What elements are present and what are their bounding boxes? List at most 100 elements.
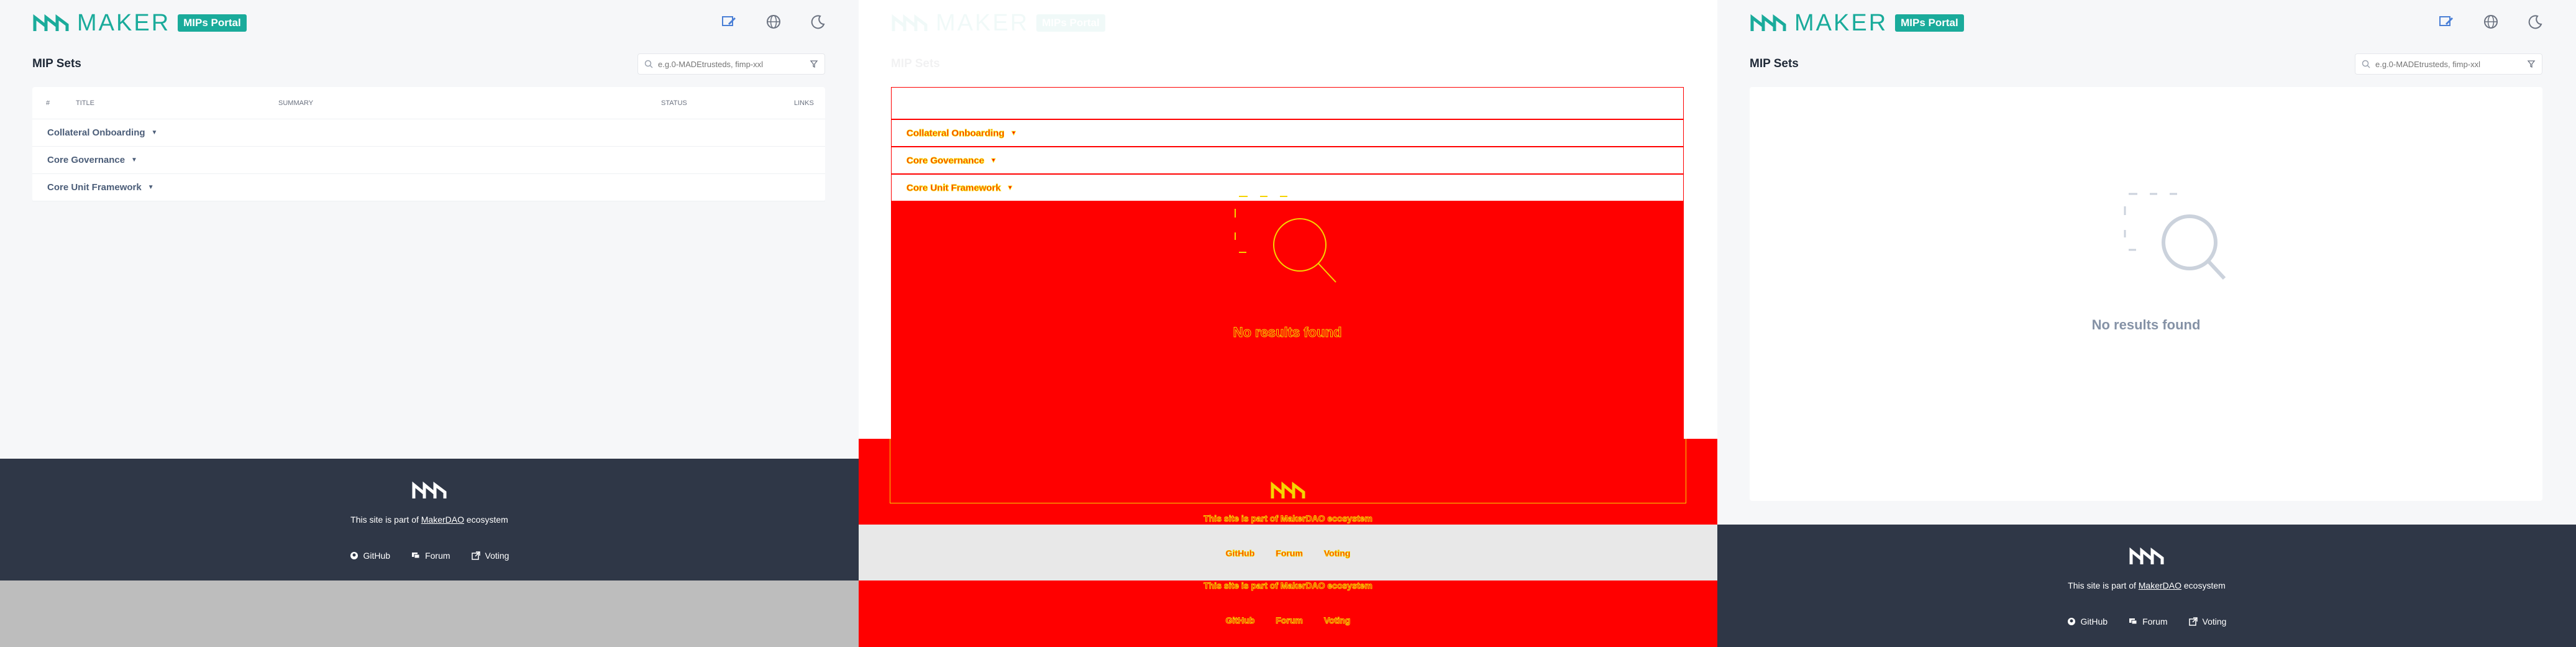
maker-footer-logo-icon: [412, 481, 447, 498]
ghost-logo: MAKER MIPs Portal: [891, 10, 1105, 36]
table-header: # TITLE SUMMARY STATUS LINKS: [32, 87, 825, 119]
col-status[interactable]: STATUS: [661, 99, 687, 107]
github-link[interactable]: GitHub: [350, 551, 391, 561]
voting-link[interactable]: Voting: [2188, 617, 2227, 626]
diff-bottom-suffix: ecosystem: [1325, 580, 1372, 591]
table-row[interactable]: Core Unit Framework ▼: [32, 174, 825, 201]
search-box[interactable]: [2355, 53, 2542, 75]
portal-badge: MIPs Portal: [178, 14, 247, 32]
voting-label: Voting: [2202, 617, 2227, 626]
footer-prefix: This site is part of: [350, 515, 421, 525]
empty-results-box: No results found: [1750, 87, 2542, 501]
diff-footer-links: GitHub Forum Voting: [859, 548, 1717, 559]
chevron-down-icon[interactable]: ▼: [148, 184, 154, 191]
magnifier-icon: [2124, 193, 2226, 280]
edit-icon[interactable]: [721, 14, 737, 30]
github-label: GitHub: [363, 551, 391, 561]
chevron-down-icon: ▼: [990, 157, 997, 164]
diff-footer-suffix: ecosystem: [1325, 513, 1372, 524]
diff-bottom-links: GitHub Forum Voting: [859, 615, 1717, 626]
forum-icon: [412, 553, 420, 559]
ghost-brand: MAKER: [936, 10, 1030, 36]
diff-row-label: Core Unit Framework: [907, 182, 1002, 193]
diff-table-header: [891, 87, 1684, 119]
chevron-down-icon[interactable]: ▼: [131, 157, 137, 163]
forum-label: Forum: [425, 551, 450, 561]
diff-row: Collateral Onboarding ▼: [891, 119, 1684, 147]
search-box[interactable]: [637, 53, 825, 75]
diff-footer-upper: This site is part of MakerDAO ecosystem: [859, 439, 1717, 525]
forum-link[interactable]: Forum: [2129, 617, 2168, 626]
external-link-icon: [471, 551, 480, 560]
voting-link[interactable]: Voting: [471, 551, 509, 561]
portal-badge: MIPs Portal: [1895, 14, 1964, 32]
filter-icon[interactable]: [2527, 60, 2536, 68]
page-title: MIP Sets: [32, 57, 81, 70]
footer-links: GitHub Forum Voting: [0, 551, 859, 561]
col-summary: SUMMARY: [278, 99, 314, 107]
chevron-down-icon[interactable]: ▼: [152, 129, 158, 136]
footer: This site is part of MakerDAO ecosystem …: [1717, 525, 2576, 647]
search-input[interactable]: [2375, 59, 2527, 69]
footer-prefix: This site is part of: [2068, 580, 2139, 590]
row-label: Collateral Onboarding: [47, 127, 145, 138]
maker-footer-logo-icon: [1271, 481, 1305, 498]
makerdao-link[interactable]: MakerDAO: [421, 515, 464, 525]
footer: This site is part of MakerDAO ecosystem …: [0, 459, 859, 580]
row-label: Core Unit Framework: [47, 182, 142, 193]
mips-table: # TITLE SUMMARY STATUS LINKS Collateral …: [32, 87, 825, 201]
diff-footer-prefix: This site is part of: [1204, 513, 1281, 524]
external-link-icon: [2188, 617, 2198, 626]
search-icon: [644, 60, 653, 68]
row-label: Core Governance: [47, 155, 126, 165]
globe-icon[interactable]: [765, 14, 782, 30]
diff-voting-label: Voting: [1323, 548, 1351, 559]
forum-label: Forum: [2142, 617, 2168, 626]
makerdao-link[interactable]: MakerDAO: [2139, 580, 2181, 590]
empty-state-text: No results found: [2091, 317, 2201, 333]
table-row[interactable]: Collateral Onboarding ▼: [32, 119, 825, 147]
maker-logo-icon: [1750, 14, 1786, 31]
panel-diff-overlay: MAKER MIPs Portal MIP Sets Collateral On…: [859, 0, 1717, 647]
gray-overflow-area: [0, 580, 859, 647]
logo[interactable]: MAKER MIPs Portal: [32, 10, 247, 36]
voting-label: Voting: [485, 551, 509, 561]
logo[interactable]: MAKER MIPs Portal: [1750, 11, 1964, 35]
footer-text: This site is part of MakerDAO ecosystem: [0, 515, 859, 525]
diff-voting-label: Voting: [1323, 615, 1351, 626]
diff-gray-band: GitHub Forum Voting: [859, 525, 1717, 580]
filter-icon[interactable]: [810, 60, 818, 68]
footer-suffix: ecosystem: [464, 515, 508, 525]
search-input[interactable]: [658, 59, 810, 69]
moon-icon[interactable]: [810, 14, 826, 30]
maker-footer-logo-icon: [2129, 547, 2164, 564]
magnifier-icon: [1235, 196, 1336, 283]
header: MAKER MIPs Portal: [0, 0, 859, 45]
search-icon: [2362, 60, 2370, 68]
forum-link[interactable]: Forum: [411, 551, 450, 561]
ghost-title: MIP Sets: [891, 57, 940, 70]
forum-icon: [2129, 618, 2137, 625]
col-title[interactable]: TITLE: [76, 99, 94, 107]
panel-empty-state: MAKER MIPs Portal MIP Sets No results fo: [1717, 0, 2576, 647]
github-icon: [350, 552, 358, 559]
github-link[interactable]: GitHub: [2067, 617, 2108, 626]
brand-name: MAKER: [77, 10, 171, 36]
footer-text: This site is part of MakerDAO ecosystem: [1717, 580, 2576, 590]
diff-bottom-text: This site is part of MakerDAO ecosystem: [859, 580, 1717, 591]
col-number[interactable]: #: [46, 99, 50, 107]
diff-github-label: GitHub: [1225, 548, 1255, 559]
moon-icon[interactable]: [2528, 14, 2544, 30]
diff-empty-text: No results found: [1233, 324, 1342, 341]
diff-forum-label: Forum: [1276, 548, 1304, 559]
diff-bottom-prefix: This site is part of: [1204, 580, 1281, 591]
diff-forum-label: Forum: [1276, 615, 1304, 626]
diff-row-label: Collateral Onboarding: [907, 127, 1005, 139]
globe-icon[interactable]: [2483, 14, 2499, 30]
edit-icon[interactable]: [2438, 14, 2454, 30]
github-icon: [2067, 618, 2075, 625]
chevron-down-icon: ▼: [1007, 184, 1013, 191]
footer-links: GitHub Forum Voting: [1717, 617, 2576, 626]
ghost-badge: MIPs Portal: [1036, 14, 1105, 32]
table-row[interactable]: Core Governance ▼: [32, 147, 825, 174]
